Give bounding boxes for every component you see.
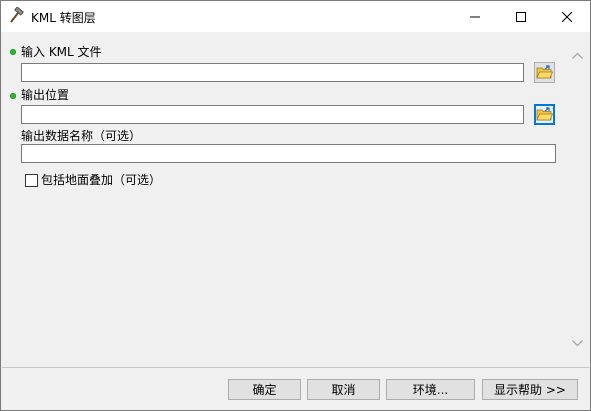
maximize-icon xyxy=(516,11,526,22)
input-kml-browse-button[interactable] xyxy=(534,62,555,83)
minimize-icon xyxy=(470,16,480,17)
minimize-button[interactable] xyxy=(452,1,498,32)
chevron-down-icon xyxy=(572,340,583,347)
include-ground-overlay-label: 包括地面叠加（可选） xyxy=(41,173,162,187)
scroll-down-button[interactable] xyxy=(567,335,588,352)
environments-button[interactable]: 环境... xyxy=(386,379,475,400)
close-button[interactable] xyxy=(544,1,590,32)
title-bar[interactable]: KML 转图层 xyxy=(1,1,590,32)
open-folder-icon xyxy=(536,107,553,121)
include-ground-overlay-checkbox[interactable] xyxy=(25,174,38,187)
ok-button[interactable]: 确定 xyxy=(228,379,301,400)
output-name-label: 输出数据名称（可选） xyxy=(21,129,142,143)
output-name-field[interactable] xyxy=(21,144,556,163)
button-bar: 确定 取消 环境... 显示帮助 >> xyxy=(1,368,590,410)
hammer-icon xyxy=(7,6,25,25)
vertical-scrollbar[interactable] xyxy=(567,33,588,367)
input-kml-field[interactable] xyxy=(21,63,524,82)
cancel-button[interactable]: 取消 xyxy=(307,379,380,400)
output-location-browse-button[interactable] xyxy=(534,104,555,125)
window-title: KML 转图层 xyxy=(31,11,96,25)
required-dot-icon xyxy=(10,93,16,99)
parameters-panel: 输入 KML 文件 输出位置 输出数据名称（可选） 包括地面叠加（可选） xyxy=(2,33,567,367)
kml-to-layer-dialog: KML 转图层 输入 KML 文件 输出位置 输出数据名称（可选） 包括地面叠加… xyxy=(0,0,591,411)
required-dot-icon xyxy=(10,49,16,55)
open-folder-icon xyxy=(536,65,553,79)
chevron-up-icon xyxy=(572,52,583,59)
input-kml-label: 输入 KML 文件 xyxy=(21,45,102,59)
show-help-button[interactable]: 显示帮助 >> xyxy=(482,379,578,400)
output-location-label: 输出位置 xyxy=(21,88,70,102)
maximize-button[interactable] xyxy=(498,1,544,32)
close-icon xyxy=(562,11,572,22)
output-location-field[interactable] xyxy=(21,105,524,124)
scroll-up-button[interactable] xyxy=(567,47,588,64)
